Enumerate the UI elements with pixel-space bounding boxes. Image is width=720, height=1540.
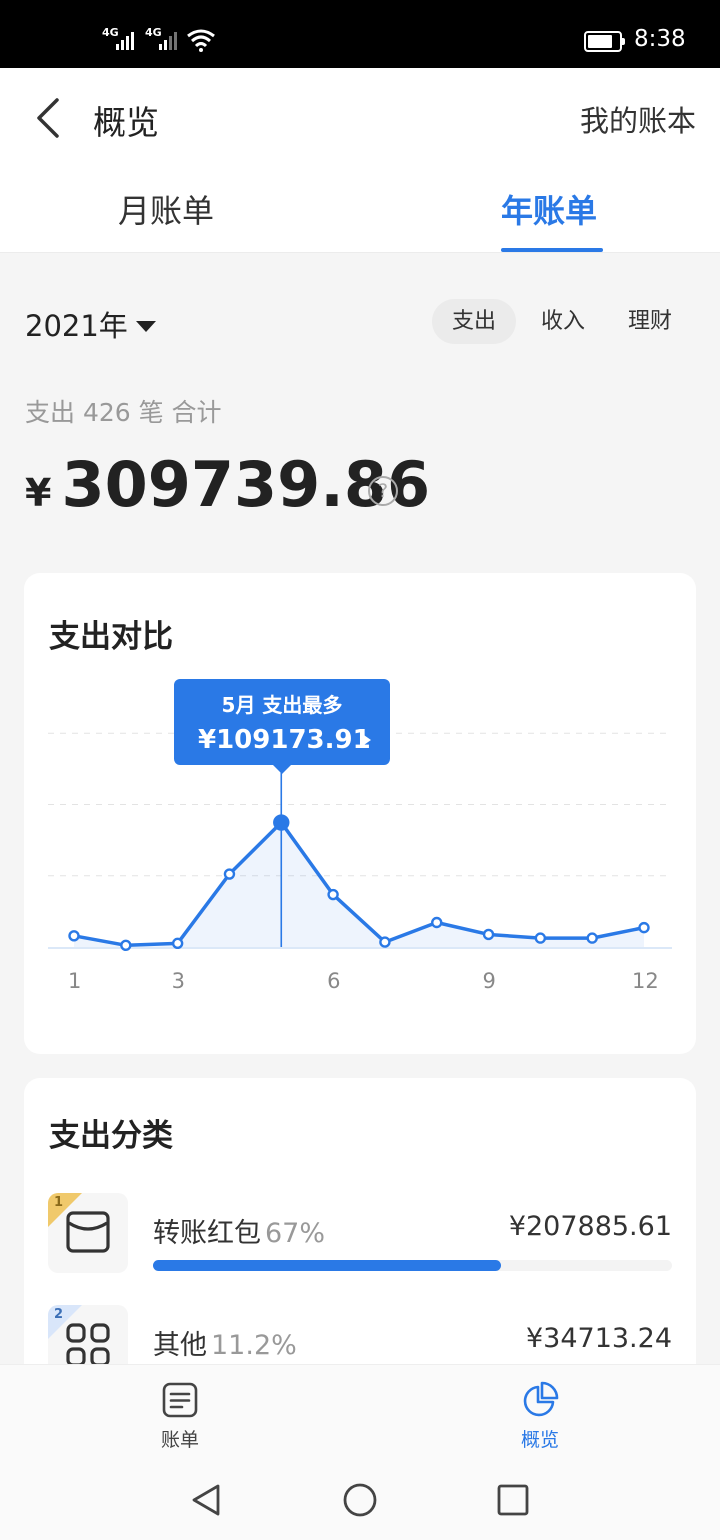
category-name-text: 转账红包 xyxy=(153,1218,261,1249)
data-point xyxy=(68,930,80,942)
tab-yearly-bill[interactable]: 年账单 xyxy=(501,186,597,232)
category-progress-track xyxy=(153,1260,672,1271)
tooltip-title: 5月 支出最多 xyxy=(221,693,343,717)
data-point xyxy=(171,937,184,950)
battery-icon xyxy=(584,31,625,52)
active-tab-indicator xyxy=(501,248,603,252)
tooltip-value: ¥109173.91 xyxy=(198,725,371,755)
wifi-icon xyxy=(187,29,215,52)
system-back-icon[interactable] xyxy=(188,1482,224,1518)
x-tick-label: 12 xyxy=(632,969,659,993)
bill-icon xyxy=(162,1382,198,1418)
x-tick-label: 9 xyxy=(482,969,496,993)
data-point xyxy=(482,928,495,941)
data-point xyxy=(431,916,443,929)
system-home-icon[interactable] xyxy=(342,1482,378,1518)
data-point xyxy=(638,921,650,934)
nav-bills[interactable]: 账单 xyxy=(140,1381,220,1452)
category-name-text: 其他 xyxy=(153,1330,207,1361)
back-arrow-icon[interactable] xyxy=(30,96,70,140)
status-bar: 4G 4G 8:38 xyxy=(0,0,720,68)
data-point xyxy=(534,932,547,944)
caret-down-icon xyxy=(135,320,156,332)
nav-bills-label: 账单 xyxy=(160,1429,199,1451)
system-navigation-bar xyxy=(0,1464,720,1540)
category-row[interactable]: 1 转账红包 67% ¥207885.61 xyxy=(48,1193,672,1303)
currency-symbol: ¥ xyxy=(25,471,52,515)
segment-income[interactable]: 收入 xyxy=(521,299,605,344)
app-header: 概览 我的账本 月账单 年账单 xyxy=(0,68,720,253)
category-progress-fill xyxy=(153,1260,501,1271)
data-point xyxy=(379,936,391,948)
pie-chart-icon xyxy=(523,1381,559,1417)
data-point xyxy=(223,868,236,880)
rank-number: 1 xyxy=(54,1195,64,1210)
page-title: 概览 xyxy=(93,103,159,142)
nav-overview[interactable]: 概览 xyxy=(500,1381,580,1452)
category-title: 支出分类 xyxy=(49,1118,173,1154)
data-point xyxy=(586,932,598,944)
highlight-point xyxy=(273,814,290,831)
help-icon[interactable]: ? xyxy=(368,476,398,506)
signal-bars-1-icon xyxy=(116,30,134,50)
nav-overview-label: 概览 xyxy=(520,1429,559,1451)
my-ledger-link[interactable]: 我的账本 xyxy=(580,98,696,140)
signal-bars-2-icon xyxy=(159,30,177,50)
tab-monthly-bill[interactable]: 月账单 xyxy=(118,186,214,232)
system-recents-icon[interactable] xyxy=(496,1483,530,1517)
category-name: 转账红包 67% xyxy=(153,1211,325,1250)
category-amount: ¥207885.61 xyxy=(508,1211,672,1242)
bottom-navigation: 账单 概览 xyxy=(0,1364,720,1464)
category-percent: 11.2% xyxy=(211,1330,297,1361)
category-amount: ¥34713.24 xyxy=(525,1323,672,1354)
expense-line-chart[interactable] xyxy=(24,573,696,1054)
series-area xyxy=(74,822,644,947)
year-label: 2021年 xyxy=(25,309,128,343)
expense-category-card: 支出分类 1 转账红包 67% ¥207885.61 2 其他 11.2% ¥3… xyxy=(24,1078,696,1408)
x-tick-label: 1 xyxy=(68,969,82,993)
category-icon-box: 1 xyxy=(48,1193,128,1273)
peak-tooltip[interactable]: 5月 支出最多 ¥109173.91 xyxy=(174,679,390,774)
segment-expense[interactable]: 支出 xyxy=(432,299,517,344)
play-arrow-icon xyxy=(361,733,371,747)
data-point xyxy=(120,939,132,951)
expense-comparison-card: 支出对比 5月 支出最多 ¥109173.91 1 3 6 9 12 xyxy=(24,573,696,1054)
x-tick-label: 3 xyxy=(171,969,185,993)
year-selector[interactable]: 2021年 xyxy=(25,303,156,345)
category-percent: 67% xyxy=(265,1218,326,1249)
expense-count-text: 支出 426 笔 合计 xyxy=(25,398,222,427)
category-name: 其他 11.2% xyxy=(153,1323,297,1362)
x-tick-label: 6 xyxy=(327,969,341,993)
clock: 8:38 xyxy=(634,26,686,52)
segment-finance[interactable]: 理财 xyxy=(608,299,692,344)
rank-number: 2 xyxy=(54,1307,64,1322)
data-point xyxy=(327,888,339,901)
